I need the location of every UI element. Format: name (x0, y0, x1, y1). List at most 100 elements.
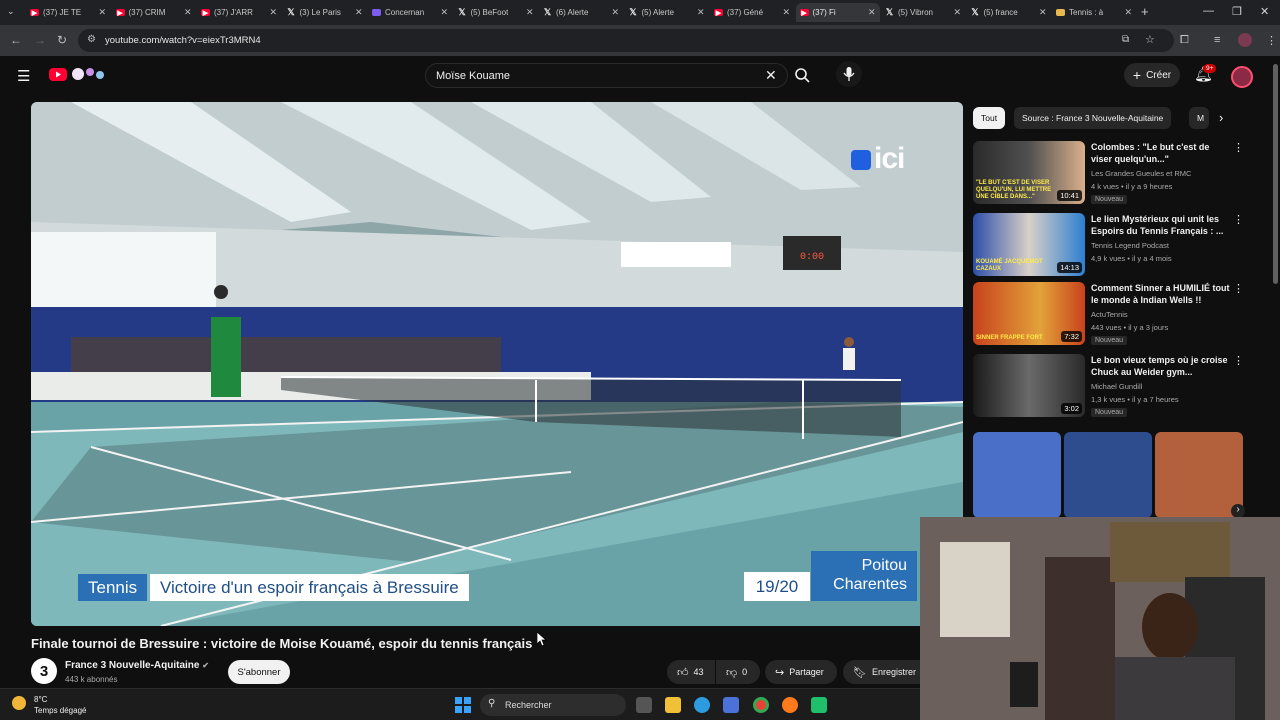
browser-tab[interactable]: ▶ (37) J'ARR ✕ (197, 3, 281, 22)
short-thumbnail[interactable] (1064, 432, 1152, 518)
browser-tab[interactable]: Tennis : à ✕ (1052, 3, 1136, 22)
recommended-video-title[interactable]: Colombes : "Le but c'est de viser quelqu… (1091, 141, 1231, 165)
recommended-video-title[interactable]: Le lien Mystérieux qui unit les Espoirs … (1091, 213, 1231, 237)
recommended-video[interactable]: KOUAMÉ JACQUEMOT CAZAUX 14:13 Le lien Myst… (973, 213, 1244, 277)
account-avatar[interactable] (1231, 66, 1253, 88)
install-app-icon[interactable]: ⧉ (1122, 34, 1129, 45)
close-window-button[interactable]: ✕ (1260, 5, 1269, 18)
close-tab-icon[interactable]: ✕ (782, 7, 790, 18)
site-info-icon[interactable]: ⚙ (87, 34, 96, 45)
maximize-button[interactable]: ❐ (1232, 5, 1242, 18)
new-tab-button[interactable]: + (1141, 4, 1149, 19)
browser-tab[interactable]: 𝕏 (5) france ✕ (967, 3, 1051, 22)
recommended-video-title[interactable]: Le bon vieux temps où je croise Chuck au… (1091, 354, 1231, 378)
overlay-region-line1: Poitou (861, 557, 907, 574)
more-options-icon[interactable]: ⋮ (1233, 213, 1244, 226)
close-tab-icon[interactable]: ✕ (440, 7, 448, 18)
menu-icon[interactable]: ☰ (17, 67, 30, 85)
short-thumbnail[interactable] (1155, 432, 1243, 518)
clear-search-icon[interactable]: ✕ (765, 67, 777, 84)
recommended-channel-name[interactable]: Les Grandes Gueules et RMC (1091, 169, 1191, 178)
tab-list-button[interactable]: ⌄ (7, 6, 15, 17)
more-options-icon[interactable]: ⋮ (1233, 282, 1244, 295)
page-scrollbar[interactable] (1273, 64, 1278, 284)
reload-button[interactable]: ↻ (57, 33, 67, 47)
save-button[interactable]: 🔖︎ Enregistrer (843, 660, 920, 684)
share-button[interactable]: ↪ Partager (765, 660, 837, 684)
close-tab-icon[interactable]: ✕ (98, 7, 106, 18)
firefox-browser-icon[interactable] (782, 697, 798, 713)
windows-start-icon[interactable] (455, 697, 471, 713)
browser-tab[interactable]: ▶ (37) JE TE ✕ (26, 3, 110, 22)
edge-browser-icon[interactable] (694, 697, 710, 713)
browser-tab[interactable]: 𝕏 (5) Vibron ✕ (881, 3, 965, 22)
weather-moon-icon[interactable] (12, 696, 26, 710)
recommended-channel-name[interactable]: Michael Gundill (1091, 382, 1142, 391)
recommended-channel-name[interactable]: Tennis Legend Podcast (1091, 241, 1169, 250)
close-tab-icon[interactable]: ✕ (269, 7, 277, 18)
recommended-video[interactable]: SINNER FRAPPE FORT 7:32 Comment Sinner a H… (973, 282, 1244, 346)
back-button[interactable]: ← (10, 33, 22, 47)
microsoft-store-icon[interactable] (723, 697, 739, 713)
bookmark-star-icon[interactable]: ☆ (1145, 33, 1155, 46)
chip-source[interactable]: Source : France 3 Nouvelle-Aquitaine (1014, 107, 1172, 129)
chips-next-chevron-icon[interactable]: › (1219, 110, 1223, 125)
browser-tab[interactable]: ▶ (37) CRIM ✕ (112, 3, 196, 22)
browser-tab[interactable]: 𝕏 (6) Alerte ✕ (539, 3, 623, 22)
close-tab-icon[interactable]: ✕ (953, 7, 961, 18)
close-tab-icon[interactable]: ✕ (611, 7, 619, 18)
chip-more[interactable]: M (1189, 107, 1209, 129)
create-button[interactable]: + Créer (1124, 63, 1180, 87)
shorts-next-chevron-icon[interactable]: › (1231, 504, 1245, 518)
youtube-logo[interactable] (49, 68, 67, 81)
task-view-icon[interactable] (636, 697, 652, 713)
close-tab-icon[interactable]: ✕ (1039, 7, 1047, 18)
streaming-app-icon[interactable] (811, 697, 827, 713)
more-options-icon[interactable]: ⋮ (1233, 141, 1244, 154)
video-thumbnail[interactable]: SINNER FRAPPE FORT 7:32 (973, 282, 1085, 345)
extensions-icon[interactable]: ⧠ (1180, 34, 1189, 47)
close-tab-icon[interactable]: ✕ (184, 7, 192, 18)
new-badge: Nouveau (1091, 336, 1128, 345)
video-thumbnail[interactable]: "LE BUT C'EST DE VISER QUELQU'UN, LUI ME… (973, 141, 1085, 204)
url-bar[interactable]: ⚙ youtube.com/watch?v=eiexTr3MRN4 ⧉ ☆ (78, 29, 1174, 52)
close-tab-icon[interactable]: ✕ (697, 7, 705, 18)
profile-avatar[interactable] (1238, 33, 1252, 47)
search-button[interactable] (790, 64, 817, 88)
more-options-icon[interactable]: ⋮ (1233, 354, 1244, 367)
short-thumbnail[interactable] (973, 432, 1061, 518)
browser-tab[interactable]: 𝕏 (5) BeFoot ✕ (454, 3, 538, 22)
dislike-button[interactable]: 👎︎ 0 (716, 660, 760, 684)
close-tab-icon[interactable]: ✕ (526, 7, 534, 18)
recommended-channel-name[interactable]: ActuTennis (1091, 310, 1128, 319)
browser-tab[interactable]: 𝕏 (3) Le Paris ✕ (283, 3, 367, 22)
forward-button[interactable]: → (34, 33, 46, 47)
browser-tab[interactable]: ▶ (37) Géné ✕ (710, 3, 794, 22)
browser-tab[interactable]: Concernan ✕ (368, 3, 452, 22)
taskbar-search-box[interactable]: ⚲ Rechercher (480, 694, 626, 716)
recommended-video-title[interactable]: Comment Sinner a HUMILIÉ tout le monde à… (1091, 282, 1231, 306)
recommended-video[interactable]: "LE BUT C'EST DE VISER QUELQU'UN, LUI ME… (973, 141, 1244, 205)
close-tab-icon[interactable]: ✕ (868, 7, 876, 18)
x-favicon-icon: 𝕏 (287, 7, 295, 17)
video-thumbnail[interactable]: KOUAMÉ JACQUEMOT CAZAUX 14:13 (973, 213, 1085, 276)
video-thumbnail[interactable]: 3:02 (973, 354, 1085, 417)
close-tab-icon[interactable]: ✕ (1124, 7, 1132, 18)
search-input[interactable]: Moïse Kouame ✕ (425, 63, 788, 88)
close-tab-icon[interactable]: ✕ (355, 7, 363, 18)
chrome-browser-icon[interactable] (753, 697, 769, 713)
voice-search-button[interactable] (836, 61, 862, 87)
like-button[interactable]: 👍︎ 43 (667, 660, 715, 684)
minimize-button[interactable]: — (1203, 5, 1214, 17)
browser-tab[interactable]: ▶ (37) Fi ✕ (795, 3, 880, 22)
channel-name[interactable]: France 3 Nouvelle-Aquitaine ✔ (65, 660, 209, 671)
subscribe-button[interactable]: S'abonner (228, 660, 290, 684)
file-explorer-icon[interactable] (665, 697, 681, 713)
channel-avatar[interactable]: 3 (31, 658, 57, 684)
video-player[interactable]: 0:00 ici Tennis Victoire d'un espoir fra… (31, 102, 963, 626)
browser-menu-icon[interactable]: ⋮ (1266, 34, 1277, 47)
chip-all[interactable]: Tout (973, 107, 1006, 129)
browser-tab[interactable]: 𝕏 (5) Alerte ✕ (625, 3, 709, 22)
tab-search-icon[interactable]: ≡ (1214, 34, 1220, 46)
recommended-video[interactable]: 3:02 Le bon vieux temps où je croise Chuc… (973, 354, 1244, 418)
